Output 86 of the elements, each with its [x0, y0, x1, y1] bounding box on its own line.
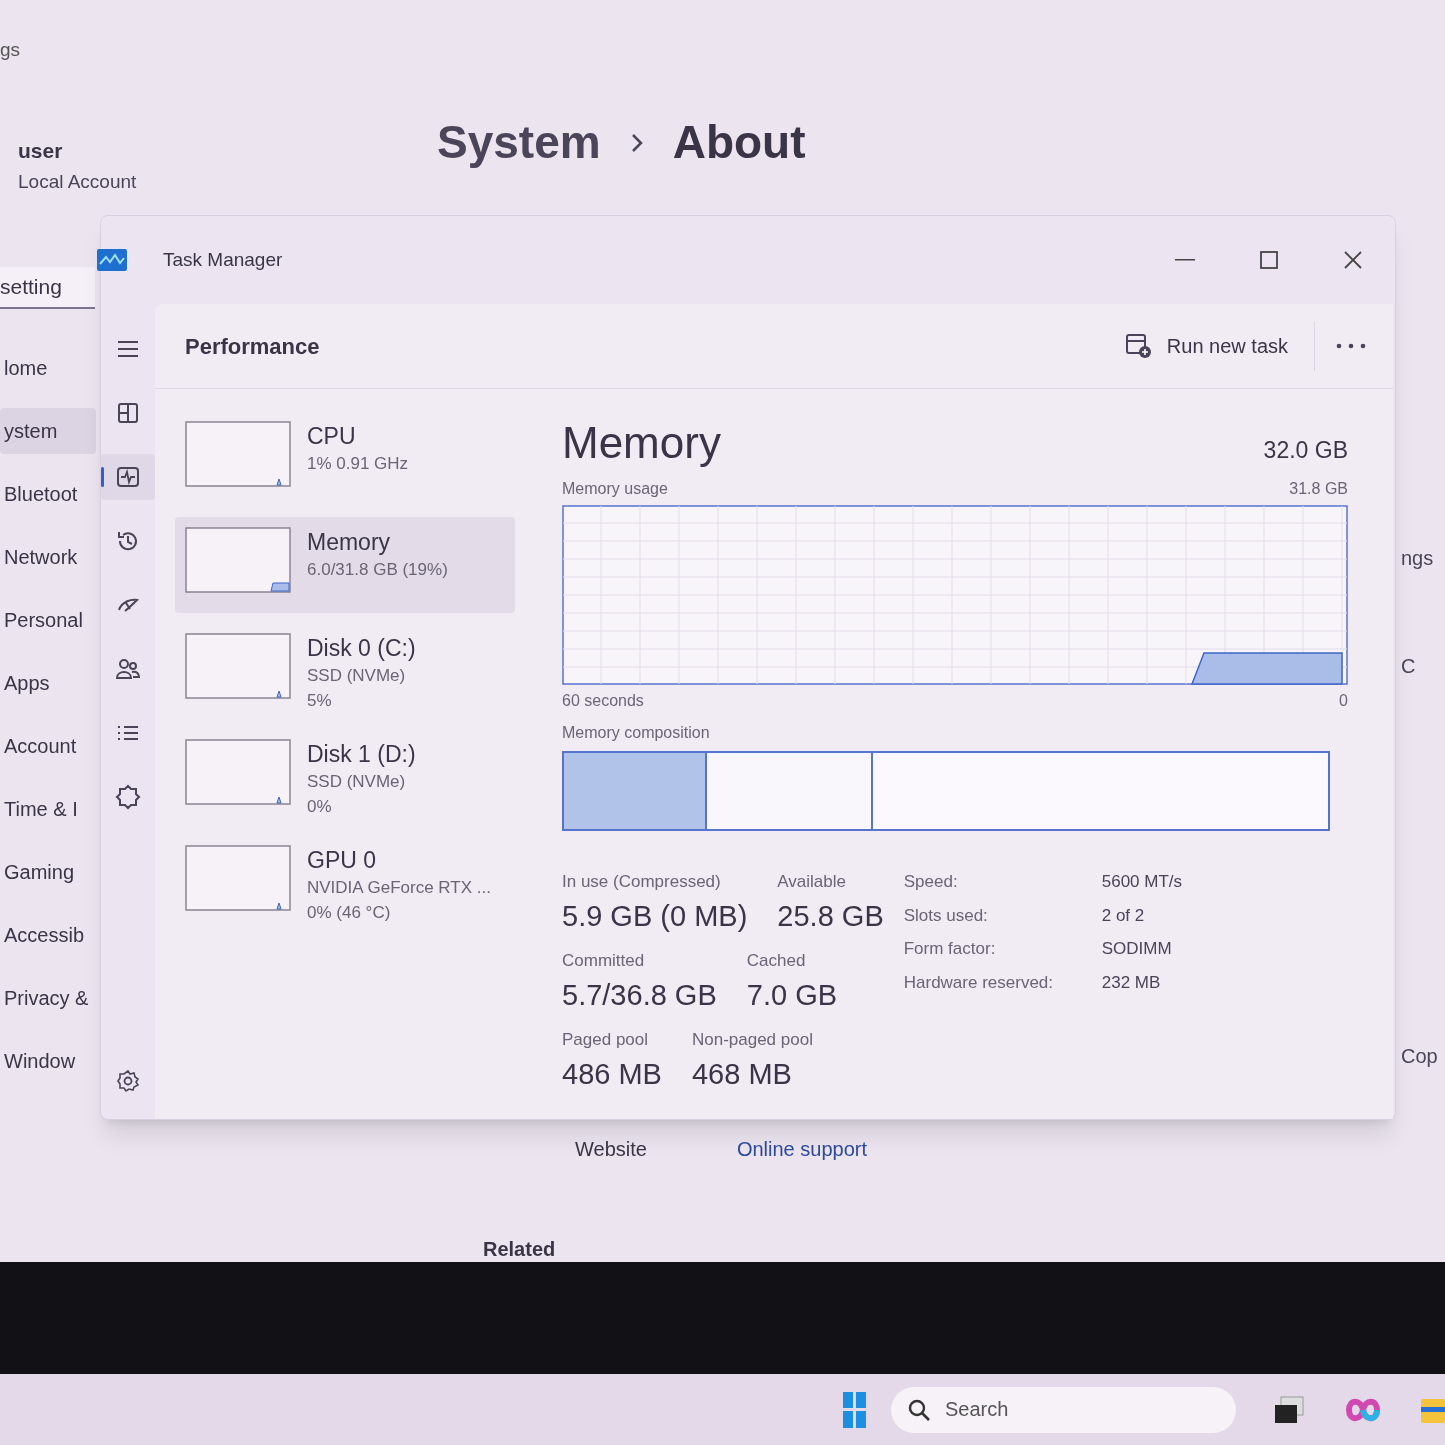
- close-icon: [1343, 250, 1363, 270]
- stat-label: Non-paged pool: [691, 1029, 813, 1051]
- spec-label: Slots used:: [903, 904, 989, 927]
- account-name: user: [18, 137, 64, 164]
- device-detail: NVIDIA GeForce RTX ...: [307, 877, 491, 899]
- nav-item[interactable]: Gaming: [0, 848, 96, 895]
- device-name: Memory: [307, 528, 392, 557]
- nav-item[interactable]: lome: [0, 344, 96, 391]
- nav-item[interactable]: Window: [0, 1037, 96, 1084]
- minimize-icon: [1175, 259, 1195, 261]
- spec-value: 232 MB: [1101, 971, 1162, 994]
- stat-value: 486 MB: [562, 1056, 662, 1092]
- window-plus-icon: [1124, 332, 1153, 360]
- taskbar-search-field[interactable]: Search: [891, 1386, 1236, 1433]
- stat-value: 5.9 GB (0 MB): [562, 898, 748, 934]
- nav-item[interactable]: Personal: [0, 596, 96, 643]
- puzzle-piece-icon: [114, 783, 142, 811]
- stat-label: Paged pool: [562, 1029, 650, 1051]
- device-name: Disk 0 (C:): [307, 634, 416, 663]
- composition-label: Memory composition: [562, 723, 711, 743]
- device-detail: 5%: [307, 690, 333, 712]
- spec-value: 2 of 2: [1101, 904, 1146, 927]
- gear-icon: [116, 1069, 140, 1093]
- nav-item[interactable]: Account: [0, 722, 96, 769]
- device-detail: SSD (NVMe): [307, 665, 407, 687]
- device-name: Disk 1 (D:): [307, 740, 416, 769]
- nav-item[interactable]: Time & I: [0, 785, 96, 832]
- breadcrumb-parent[interactable]: System: [437, 108, 601, 177]
- stat-value: 7.0 GB: [746, 977, 838, 1013]
- run-new-task-button[interactable]: Run new task: [1112, 324, 1300, 368]
- online-support-link[interactable]: Online support: [736, 1134, 867, 1164]
- spec-label: Speed:: [903, 871, 959, 893]
- settings-text: C: [1401, 654, 1417, 679]
- more-icon: [1336, 343, 1366, 349]
- device-list-item[interactable]: GPU 0 NVIDIA GeForce RTX ... 0% (46 °C): [175, 835, 515, 931]
- page-title: About: [672, 115, 806, 170]
- device-detail: 1% 0.91 GHz: [307, 453, 409, 475]
- device-list-item[interactable]: Disk 0 (C:) SSD (NVMe) 5%: [175, 623, 515, 719]
- settings-search-field[interactable]: setting: [0, 266, 95, 309]
- nav-item[interactable]: Bluetoot: [0, 470, 96, 517]
- stat-label: Committed: [562, 950, 646, 972]
- maximize-icon: [1260, 251, 1278, 269]
- device-detail: 6.0/31.8 GB (19%): [307, 559, 448, 581]
- support-label: Website: [575, 1137, 647, 1162]
- nav-item[interactable]: Privacy &: [0, 974, 96, 1021]
- stat-label: In use (Compressed): [562, 871, 722, 893]
- task-view-icon[interactable]: [1273, 1394, 1305, 1425]
- settings-text: Cop: [1401, 1044, 1439, 1069]
- stat-label: Cached: [746, 950, 807, 972]
- nav-item[interactable]: Accessib: [0, 911, 96, 958]
- graph-label: Memory usage: [562, 479, 668, 499]
- device-detail: SSD (NVMe): [307, 771, 407, 793]
- spec-label: Hardware reserved:: [903, 971, 1054, 994]
- spec-value: SODIMM: [1101, 938, 1173, 960]
- window-title: Task Manager: [163, 247, 283, 272]
- window-title: gs: [0, 38, 22, 62]
- device-list-item[interactable]: CPU 1% 0.91 GHz: [175, 411, 515, 507]
- resource-title: Memory: [562, 417, 721, 469]
- time-axis-label: 60 seconds: [562, 691, 644, 711]
- device-detail: 0% (46 °C): [307, 902, 392, 924]
- device-detail: 0%: [307, 796, 333, 818]
- device-name: GPU 0: [307, 846, 378, 875]
- spec-value: 5600 MT/s: [1101, 871, 1183, 893]
- graph-max-label: 31.8 GB: [1289, 479, 1348, 499]
- search-icon: [907, 1397, 931, 1422]
- stat-value: 25.8 GB: [777, 898, 884, 934]
- stat-value: 468 MB: [691, 1056, 793, 1092]
- start-button[interactable]: [843, 1391, 866, 1428]
- device-list-item[interactable]: Memory 6.0/31.8 GB (19%): [175, 517, 515, 613]
- total-capacity: 32.0 GB: [1263, 435, 1348, 465]
- app-icon: [97, 249, 127, 271]
- nav-item[interactable]: ystem: [0, 407, 96, 454]
- page-heading: Performance: [185, 332, 320, 361]
- axis-min-label: 0: [1339, 691, 1348, 711]
- settings-text: ngs: [1401, 546, 1435, 571]
- section-heading: Related: [482, 1237, 557, 1262]
- stat-value: 5.7/36.8 GB: [562, 977, 717, 1013]
- account-type: Local Account: [18, 170, 138, 194]
- device-name: CPU: [307, 422, 357, 451]
- nav-item[interactable]: Network: [0, 533, 96, 580]
- stat-label: Available: [777, 871, 847, 893]
- pulse-chart-tab[interactable]: [101, 454, 155, 500]
- spec-label: Form factor:: [903, 938, 997, 960]
- chevron-right-icon: [630, 132, 643, 153]
- nav-item[interactable]: Apps: [0, 659, 96, 706]
- device-list-item[interactable]: Disk 1 (D:) SSD (NVMe) 0%: [175, 729, 515, 825]
